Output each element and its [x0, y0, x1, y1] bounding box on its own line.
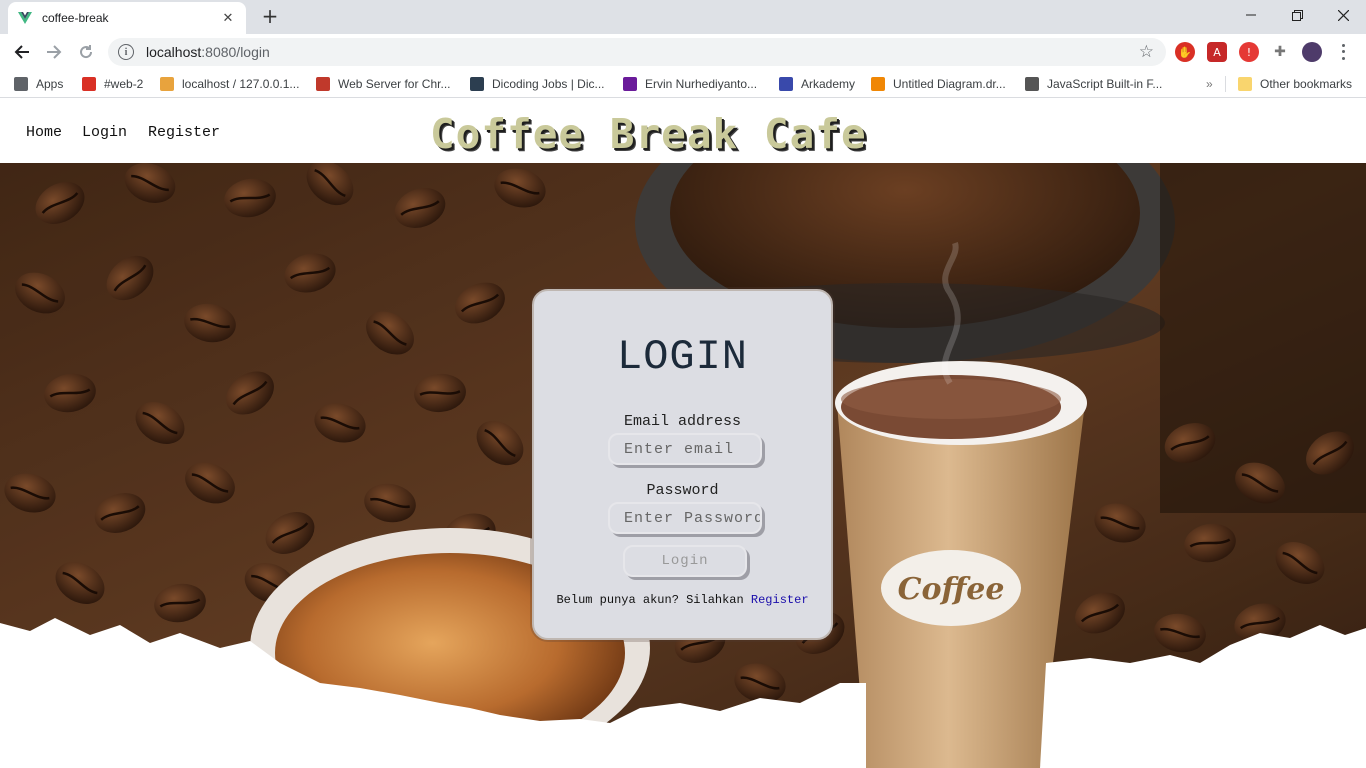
browser-menu-icon[interactable] — [1338, 42, 1348, 62]
bookmark-label: Arkademy — [801, 77, 856, 91]
cup-coffee-label: Coffee — [898, 572, 1005, 607]
arrow-right-icon — [47, 45, 62, 59]
minimize-button[interactable] — [1228, 0, 1274, 30]
close-icon — [1337, 9, 1349, 21]
email-label: Email address — [623, 413, 742, 430]
close-window-button[interactable] — [1320, 0, 1366, 30]
bookmark-label: Dicoding Jobs | Dic... — [492, 77, 605, 91]
bookmark-item[interactable]: Web Server for Chr... — [316, 75, 450, 93]
nav-home-link[interactable]: Home — [26, 124, 62, 141]
back-button[interactable] — [10, 41, 34, 63]
dicoding-icon — [470, 77, 484, 91]
arrow-left-icon — [14, 45, 29, 59]
bookmark-item[interactable]: #web-2 — [82, 75, 143, 93]
bookmark-label: Web Server for Chr... — [338, 77, 451, 91]
page-viewport: Home Login Register Coffee Break Cafe Co… — [0, 102, 1366, 768]
minimize-icon — [1246, 14, 1256, 16]
browser-tabstrip: coffee-break ✕ + — [0, 0, 1366, 34]
folder-icon — [1238, 77, 1252, 91]
bookmarks-bar: » Other bookmarks Apps #web-2 localhost / … — [0, 70, 1366, 98]
drawio-icon — [871, 77, 885, 91]
bookmarks-divider — [1225, 76, 1226, 92]
bookmark-label: JavaScript Built-in F... — [1047, 77, 1163, 91]
reload-icon — [80, 45, 93, 59]
bookmark-label: Ervin Nurhediyanto... — [645, 77, 758, 91]
other-bookmarks[interactable]: Other bookmarks — [1238, 75, 1352, 93]
adblock-extension-icon[interactable]: ✋ — [1175, 42, 1195, 62]
site-info-icon[interactable]: i — [118, 44, 134, 60]
nav-register-link[interactable]: Register — [148, 124, 220, 141]
apps-grid-icon — [14, 77, 28, 91]
vue-logo-icon — [18, 12, 32, 24]
email-input[interactable] — [608, 433, 762, 465]
arkademy-icon — [779, 77, 793, 91]
bookmark-label: Untitled Diagram.dr... — [893, 77, 1006, 91]
site-navbar: Home Login Register Coffee Break Cafe — [0, 102, 1366, 163]
url-text: localhost:8080/login — [146, 44, 270, 60]
bookmark-item[interactable]: JavaScript Built-in F... — [1025, 75, 1162, 93]
bookmark-item[interactable]: Arkademy — [779, 75, 855, 93]
bookmark-label: #web-2 — [104, 77, 144, 91]
login-heading: LOGIN — [616, 333, 749, 381]
js-icon — [1025, 77, 1039, 91]
new-tab-button[interactable]: + — [257, 6, 283, 28]
login-button[interactable]: Login — [623, 545, 747, 577]
profile-avatar[interactable] — [1302, 42, 1322, 62]
bookmark-item[interactable]: Apps — [14, 75, 63, 93]
bookmark-item[interactable]: Dicoding Jobs | Dic... — [470, 75, 605, 93]
nav-login-link[interactable]: Login — [82, 124, 127, 141]
login-card: LOGIN Email address Password Login Belum… — [532, 289, 833, 640]
restore-button[interactable] — [1274, 0, 1320, 30]
register-link[interactable]: Register — [751, 593, 809, 607]
password-label: Password — [646, 482, 719, 499]
reload-button[interactable] — [74, 41, 98, 63]
forward-button[interactable] — [42, 41, 66, 63]
tab-close-icon[interactable]: ✕ — [220, 11, 236, 26]
other-bookmarks-label: Other bookmarks — [1260, 77, 1353, 91]
bookmark-item[interactable]: Ervin Nurhediyanto... — [623, 75, 757, 93]
bookmarks-overflow-chevron[interactable]: » — [1206, 75, 1213, 93]
browser-tab[interactable]: coffee-break ✕ — [8, 2, 246, 34]
phpmyadmin-icon — [160, 77, 174, 91]
notification-extension-icon[interactable]: ! — [1239, 42, 1259, 62]
bookmark-label: localhost / 127.0.0.1... — [182, 77, 300, 91]
bookmark-item[interactable]: localhost / 127.0.0.1... — [160, 75, 299, 93]
address-bar[interactable]: i localhost:8080/login ☆ — [108, 38, 1166, 66]
bookmark-item[interactable]: Untitled Diagram.dr... — [871, 75, 1006, 93]
register-prompt-text: Belum punya akun? Silahkan — [556, 593, 751, 607]
web2-icon — [82, 77, 96, 91]
pdf-extension-icon[interactable]: A — [1207, 42, 1227, 62]
site-brand-title: Coffee Break Cafe — [430, 110, 867, 158]
bookmark-label: Apps — [36, 77, 64, 91]
register-prompt: Belum punya akun? Silahkan Register — [534, 593, 831, 607]
browser-toolbar: i localhost:8080/login ☆ ✋ A ! ✚ — [0, 34, 1366, 70]
web-server-icon — [316, 77, 330, 91]
password-input[interactable] — [608, 502, 762, 534]
bookmark-star-icon[interactable]: ☆ — [1139, 42, 1154, 62]
restore-icon — [1291, 9, 1303, 21]
profile-icon — [623, 77, 637, 91]
puzzle-extensions-icon[interactable]: ✚ — [1270, 42, 1290, 62]
tab-title: coffee-break — [42, 11, 109, 25]
